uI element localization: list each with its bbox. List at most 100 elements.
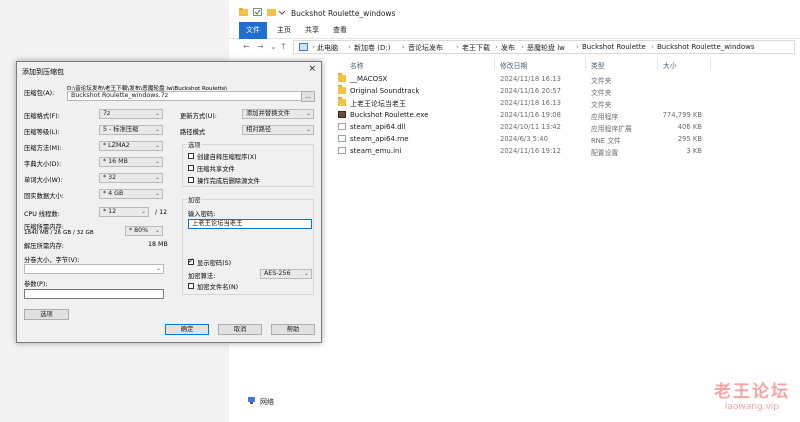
up-icon[interactable]: ↑ [280, 42, 287, 51]
file-size: 295 KB [677, 135, 702, 143]
password-value: 上老王论坛当老王 [192, 220, 243, 227]
options-button[interactable]: 选项 [24, 309, 69, 320]
sfx-label: 创建自释压缩程序(X) [197, 154, 257, 161]
options-group: 选项 创建自释压缩程序(X) 压缩共享文件 操作完成后删除源文件 [182, 140, 314, 187]
file-row[interactable]: steam_emu.ini 2024/11/16 19:12 配置设置 3 KB [327, 146, 800, 157]
password-input[interactable]: 上老王论坛当老王 [188, 219, 312, 229]
encryption-method-select[interactable]: AES-256 ⌄ [260, 269, 312, 279]
memory-usage-select[interactable]: * 80% ⌄ [125, 226, 163, 236]
file-row[interactable]: steam_api64.rne 2024/6/3 5:40 RNE 文件 295… [327, 134, 800, 145]
chevron-down-icon: ⌄ [154, 158, 160, 165]
file-size: 406 KB [677, 123, 702, 131]
file-list: 名称 修改日期 类型 大小 __MACOSX 2024/11/18 16:13 … [327, 56, 800, 422]
file-row[interactable]: Original Soundtrack 2024/11/16 20:57 文件夹 [327, 85, 800, 97]
level-select[interactable]: 5 - 标准压缩 ⌄ [99, 125, 163, 135]
dialog-title: 添加到压缩包 [22, 68, 64, 76]
properties-icon[interactable] [253, 8, 262, 16]
cpu-threads-select[interactable]: * 12 ⌄ [99, 207, 149, 217]
ok-button[interactable]: 确定 [165, 324, 209, 335]
method-label: 压缩方法(M): [24, 145, 62, 152]
sfx-checkbox[interactable] [188, 153, 194, 159]
breadcrumb-folder-5[interactable]: Buckshot Roulette [582, 43, 646, 51]
file-date: 2024/11/16 20:57 [500, 87, 561, 95]
breadcrumb-drive[interactable]: 新加卷 (D:) [354, 43, 390, 53]
breadcrumb-current[interactable]: Buckshot Roulette_windows [657, 43, 755, 51]
exe-icon [338, 111, 346, 118]
file-type: 文件夹 [591, 101, 612, 109]
column-header-date[interactable]: 修改日期 [500, 60, 527, 70]
file-name: Buckshot Roulette.exe [350, 111, 429, 119]
path-mode-label: 路径模式 [180, 129, 206, 136]
encryption-group-title: 加密 [187, 195, 202, 204]
forward-icon[interactable]: → [257, 42, 264, 51]
dll-icon [338, 123, 346, 130]
watermark-url: laowang.vip [724, 402, 780, 412]
folder-icon [239, 8, 248, 16]
cpu-threads-label: CPU 线程数: [24, 211, 60, 218]
add-to-archive-dialog: 添加到压缩包 × 压缩包(A): D:\音论坛发布\老王下载\发布\恶魔轮盘 l… [16, 61, 322, 343]
breadcrumb-folder-4[interactable]: 恶魔轮盘 lw [527, 43, 565, 53]
archive-name-combo[interactable]: Buckshot Roulette_windows.7z ⌄ [67, 91, 312, 101]
breadcrumb-folder-3[interactable]: 发布 [501, 43, 515, 53]
dictionary-value: * 16 MB [103, 158, 128, 165]
file-name: steam_api64.dll [350, 123, 406, 131]
tab-file[interactable]: 文件 [239, 22, 267, 39]
file-date: 2024/11/16 19:12 [500, 147, 561, 155]
file-row[interactable]: steam_api64.dll 2024/10/11 13:42 应用程序扩展 … [327, 122, 800, 133]
watermark-text: 老王论坛 [714, 382, 790, 402]
file-name: steam_emu.ini [350, 147, 402, 155]
folder-icon [338, 97, 346, 106]
update-mode-select[interactable]: 添加并替换文件 ⌄ [242, 109, 314, 119]
file-row[interactable]: 上老王论坛当老王 2024/11/18 16:13 文件夹 [327, 97, 800, 109]
file-size: 774,799 KB [662, 111, 702, 119]
watermark: 老王论坛 laowang.vip [714, 377, 790, 412]
archive-label: 压缩包(A): [24, 90, 55, 97]
solid-block-select[interactable]: * 4 GB ⌄ [99, 189, 163, 199]
dictionary-select[interactable]: * 16 MB ⌄ [99, 157, 163, 167]
column-header-type[interactable]: 类型 [591, 60, 605, 70]
help-button[interactable]: 帮助 [271, 324, 315, 335]
ini-icon [338, 147, 346, 154]
word-size-select[interactable]: * 32 ⌄ [99, 173, 163, 183]
archive-name-value: Buckshot Roulette_windows.7z [71, 92, 169, 99]
file-name: 上老王论坛当老王 [350, 100, 406, 108]
format-select[interactable]: 7z ⌄ [99, 109, 163, 119]
tab-view[interactable]: 查看 [329, 22, 351, 39]
chevron-down-icon: ⌄ [154, 126, 160, 133]
tab-home[interactable]: 主页 [273, 22, 295, 39]
method-value: * LZMA2 [103, 142, 130, 149]
title-bar: Buckshot Roulette_windows [229, 0, 800, 22]
breadcrumb-folder-1[interactable]: 音论坛发布 [408, 43, 443, 53]
file-row[interactable]: __MACOSX 2024/11/18 16:13 文件夹 [327, 73, 800, 85]
parameters-input[interactable] [24, 289, 164, 299]
close-button[interactable]: × [308, 64, 316, 74]
recent-locations-icon[interactable]: ⌄ [270, 42, 277, 51]
network-icon [247, 397, 256, 405]
encryption-group: 加密 输入密码: 上老王论坛当老王 显示密码(S) 加密算法: AES-256 ⌄… [182, 195, 314, 295]
method-select[interactable]: * LZMA2 ⌄ [99, 141, 163, 151]
file-row[interactable]: Buckshot Roulette.exe 2024/11/16 19:08 应… [327, 110, 800, 121]
encrypt-names-checkbox[interactable] [188, 283, 194, 289]
chevron-down-icon[interactable] [278, 8, 286, 16]
delete-after-checkbox[interactable] [188, 177, 194, 183]
path-mode-value: 相对路径 [246, 126, 272, 133]
parameters-label: 参数(P): [24, 281, 48, 288]
shared-files-checkbox[interactable] [188, 165, 194, 171]
file-date: 2024/10/11 13:42 [500, 123, 561, 131]
breadcrumb-this-pc[interactable]: 此电脑 [317, 43, 338, 53]
split-volume-combo[interactable]: ⌄ [24, 264, 164, 274]
path-mode-select[interactable]: 相对路径 ⌄ [242, 125, 314, 135]
tab-share[interactable]: 共享 [301, 22, 323, 39]
new-folder-icon[interactable] [267, 8, 276, 16]
file-type: 应用程序扩展 [591, 125, 632, 133]
breadcrumb-folder-2[interactable]: 老王下载 [462, 43, 490, 53]
address-bar-row: ← → ⌄ ↑ › 此电脑 › 新加卷 (D:) › 音论坛发布 › 老王下载 … [229, 39, 800, 56]
address-bar[interactable]: › 此电脑 › 新加卷 (D:) › 音论坛发布 › 老王下载 › 发布 › 恶… [293, 40, 795, 54]
cancel-button[interactable]: 取消 [218, 324, 262, 335]
column-header-name[interactable]: 名称 [350, 60, 364, 70]
show-password-checkbox[interactable] [188, 257, 194, 265]
level-value: 5 - 标准压缩 [103, 126, 139, 133]
back-icon[interactable]: ← [243, 42, 250, 51]
column-header-size[interactable]: 大小 [663, 60, 677, 70]
browse-button[interactable]: ... [301, 91, 315, 102]
